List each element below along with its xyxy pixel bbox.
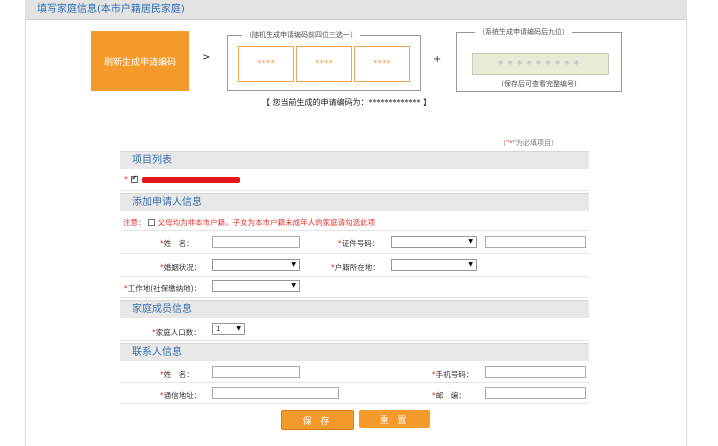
system-code-legend: （系统生成申请编码后九位） [475,27,572,37]
divider [120,382,589,383]
required-note-prefix: （ [499,139,506,147]
applicant-notice: 注意： 父母均为非本市户籍，子女为本市户籍未成年人的家庭请勾选此项 [123,217,375,228]
required-note: （"*"为必填项目） [499,138,558,148]
random-code-legend: （随机生成申请编码前四位三选一） [242,30,360,40]
refresh-code-button[interactable]: 刷新生成申请编码 [91,31,189,91]
id-number-label: *证件号码： [338,239,380,248]
random-code-option-3[interactable]: **** [354,46,410,82]
contact-name-label: *姓 名： [160,370,194,379]
divider [120,297,589,298]
family-count-value: 1 [216,325,221,333]
notice-prefix: 注意： [123,218,146,227]
phone-label: *手机号码： [432,370,474,379]
divider [120,253,589,254]
notice-checkbox[interactable] [148,219,156,226]
required-star: * [124,175,128,184]
frame-border-right [686,20,687,446]
section-family: 家庭成员信息 [120,300,589,318]
divider [120,276,589,277]
divider [120,340,589,341]
id-type-select[interactable]: ▼ [391,236,477,248]
divider [120,190,589,191]
required-mark: "*" [506,139,516,147]
plus-separator: + [433,54,442,65]
work-location-label: *工作地(社保缴纳地)： [124,284,202,293]
system-code-note: (保存后可查看完整编号) [501,80,577,88]
applicant-name-input[interactable] [212,236,300,248]
reset-button[interactable]: 重 置 [359,410,430,428]
address-label: *通信地址： [160,391,202,400]
work-location-select[interactable]: ▼ [212,280,300,292]
postcode-input[interactable] [485,387,586,399]
random-code-option-2[interactable]: **** [296,46,352,82]
page-title: 填写家庭信息(本市户籍居民家庭) [25,0,687,20]
section-contact: 联系人信息 [120,343,589,361]
applicant-name-label: *姓 名： [160,239,194,248]
notice-text: 父母均为非本市户籍，子女为本市户籍未成年人的家庭请勾选此项 [157,218,376,227]
system-code-box: （系统生成申请编码后九位） ********* (保存后可查看完整编号) [456,27,622,92]
system-code-display: ********* [472,53,609,75]
project-item-redacted [142,176,241,183]
random-code-option-1[interactable]: **** [238,46,294,82]
divider [120,403,589,404]
required-note-suffix: 为必填项目） [515,139,558,147]
address-input[interactable] [212,387,339,399]
family-count-label: *家庭人口数： [152,328,201,337]
phone-input[interactable] [485,366,586,378]
id-number-input[interactable] [485,236,586,248]
arrow-separator: > [202,52,211,63]
frame-border-left [25,20,26,446]
contact-name-input[interactable] [212,366,300,378]
marital-status-label: *婚姻状况： [160,263,202,272]
hukou-location-label: *户籍所在地： [331,263,380,272]
family-count-select[interactable]: 1 ▼ [212,323,245,335]
divider [120,230,589,231]
save-button[interactable]: 保 存 [281,410,354,430]
random-code-box: （随机生成申请编码前四位三选一） **** **** **** [227,30,421,91]
project-item: * ✔ [124,174,241,184]
section-applicant: 添加申请人信息 [120,193,589,211]
current-code-text: 【 您当前生成的申请编码为：************* 】 [262,98,432,107]
hukou-location-select[interactable]: ▼ [391,259,477,271]
marital-status-select[interactable]: ▼ [212,259,300,271]
section-project-list: 项目列表 [120,151,589,169]
project-checkbox[interactable]: ✔ [130,174,138,183]
postcode-label: *邮 编： [432,391,466,400]
